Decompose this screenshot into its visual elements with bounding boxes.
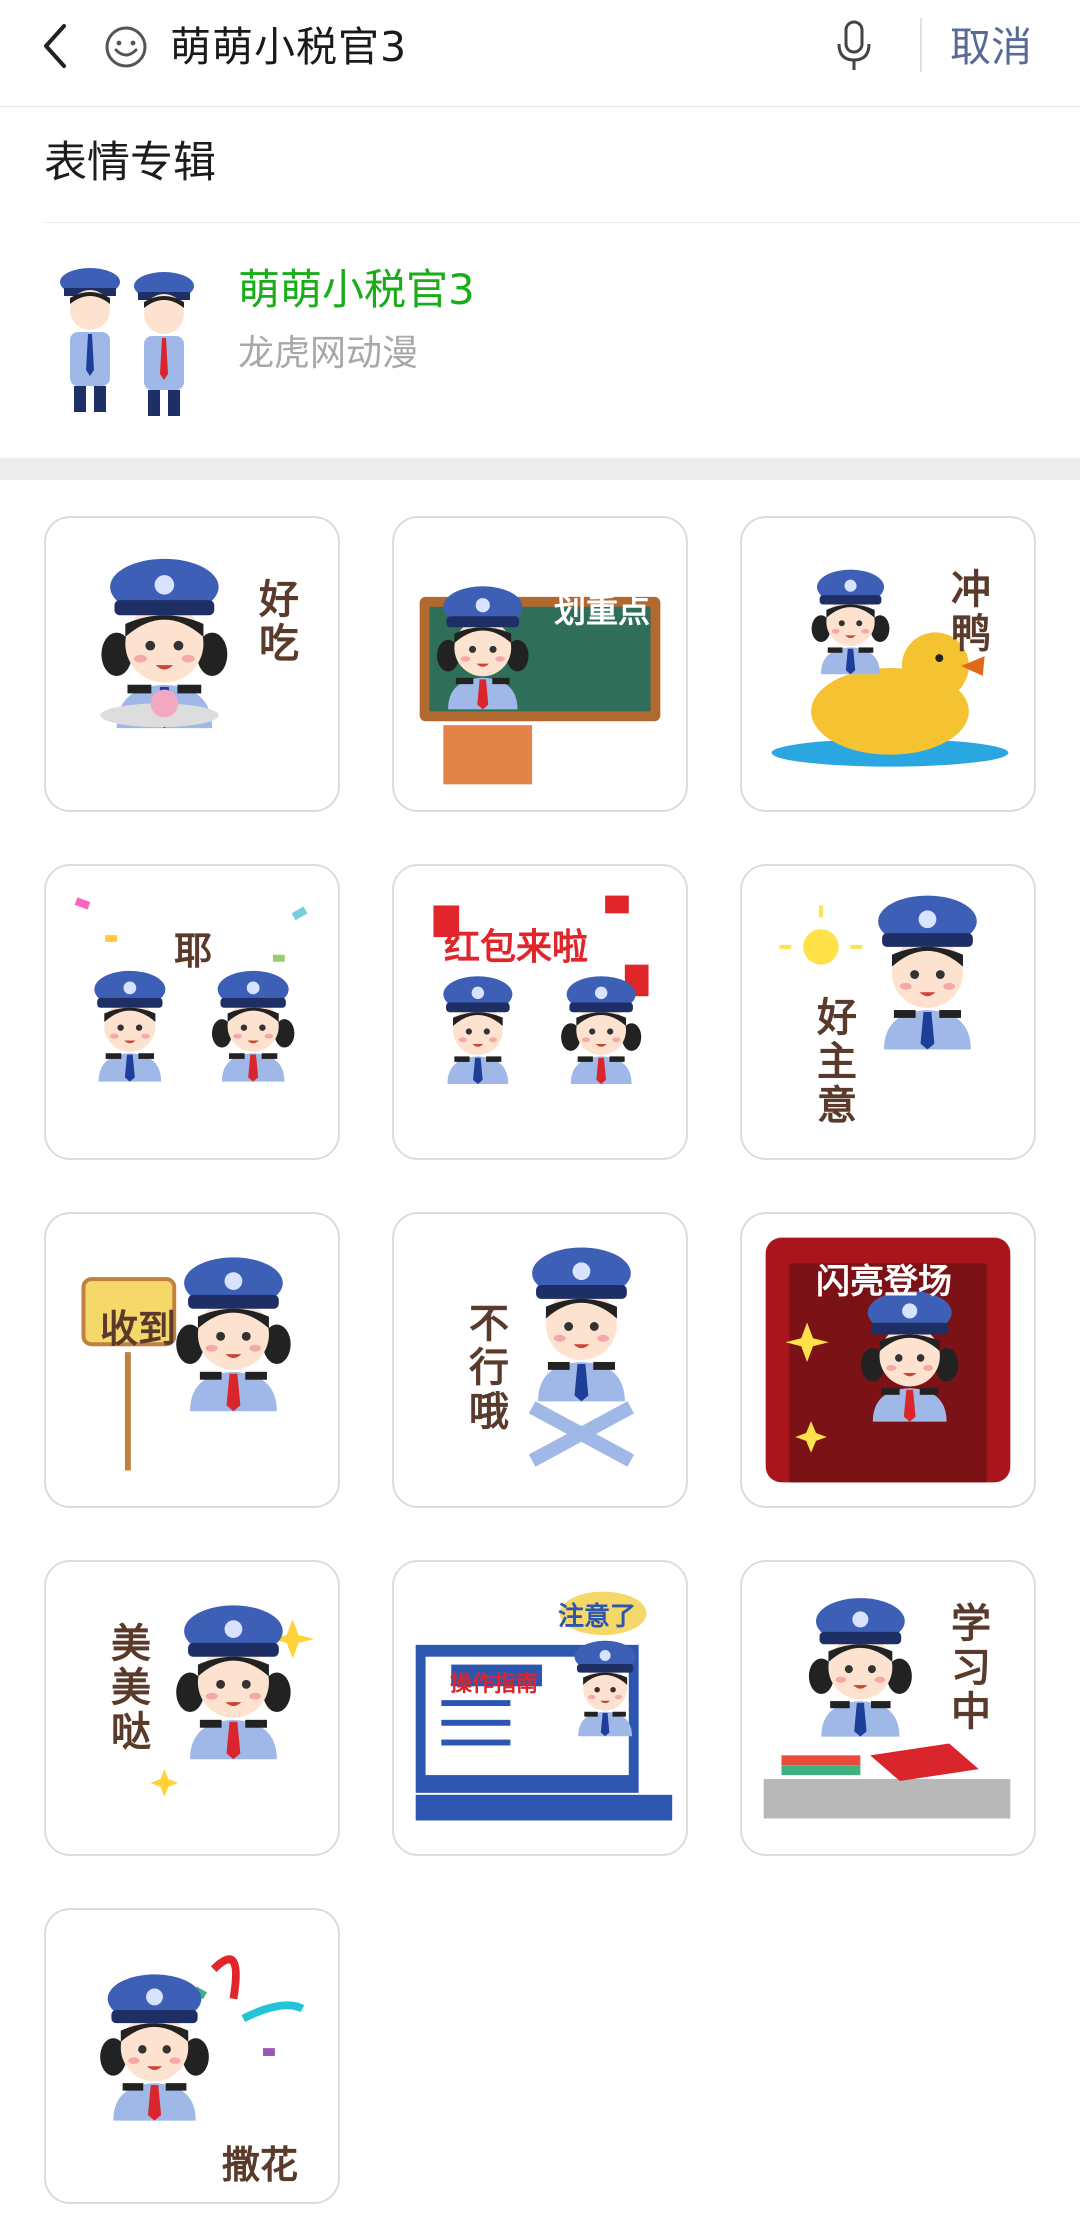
cancel-button[interactable]: 取消 [950,18,1032,76]
sticker-item[interactable]: 操作指南 注意了 [392,1560,688,1856]
sticker-item[interactable]: 耶 [44,864,340,1160]
sticker-caption: 不行哦 [462,1302,508,1434]
sticker-image [779,895,977,1050]
sticker-image [771,569,1009,767]
sticker-caption: 闪亮登场 [816,1262,952,1302]
sticker-item[interactable]: 学习中 [740,1560,1036,1856]
sticker-image [81,1257,291,1471]
section-separator [0,458,1080,480]
emoji-icon[interactable] [104,25,148,69]
sticker-image [419,586,661,785]
sticker-caption: 操作指南 [450,1672,539,1697]
album-name: 萌萌小税官3 [238,265,475,314]
back-button[interactable] [30,18,80,74]
sticker-caption: 好主意 [810,996,856,1128]
sticker-image [74,897,308,1082]
sticker-album-row[interactable]: 萌萌小税官3 龙虎网动漫 [0,232,1080,462]
sticker-item[interactable]: 撒花 [44,1908,340,2204]
sticker-caption: 红包来啦 [444,927,589,968]
sticker-image [150,1605,315,1797]
sticker-item[interactable]: 不行哦 [392,1212,688,1508]
sticker-caption: 冲鸭 [944,568,990,656]
sticker-item[interactable]: 闪亮登场 [740,1212,1036,1508]
sticker-caption: 美美哒 [104,1622,150,1754]
album-author: 龙虎网动漫 [238,333,419,374]
sticker-item[interactable]: 冲鸭 [740,516,1036,812]
album-cover-image [60,268,194,416]
sticker-item[interactable]: 好主意 [740,864,1036,1160]
sticker-caption: 收到 [100,1307,177,1351]
sticker-caption: 注意了 [558,1602,637,1632]
sticker-image [415,1591,673,1821]
sticker-image [433,895,649,1085]
sticker-item[interactable]: 美美哒 [44,1560,340,1856]
sticker-image [528,1247,635,1467]
search-bar: 萌萌小税官3 取消 [0,0,1080,107]
sticker-caption: 学习中 [944,1602,990,1734]
sticker-item[interactable]: 收到 [44,1212,340,1508]
sticker-item[interactable]: 红包来啦 [392,864,688,1160]
sticker-item[interactable]: 划重点 [392,516,688,812]
sticker-caption: 撒花 [222,2143,299,2187]
chevron-left-icon [44,24,66,68]
sticker-caption: 划重点 [554,592,651,630]
section-divider [44,222,1080,223]
sticker-item[interactable]: 好吃 [44,516,340,812]
sticker-caption: 好吃 [252,578,298,666]
sticker-caption: 耶 [174,929,213,973]
microphone-icon[interactable] [832,16,876,76]
header-divider [920,18,922,72]
search-input[interactable]: 萌萌小税官3 [170,18,407,76]
section-title: 表情专辑 [44,138,216,188]
